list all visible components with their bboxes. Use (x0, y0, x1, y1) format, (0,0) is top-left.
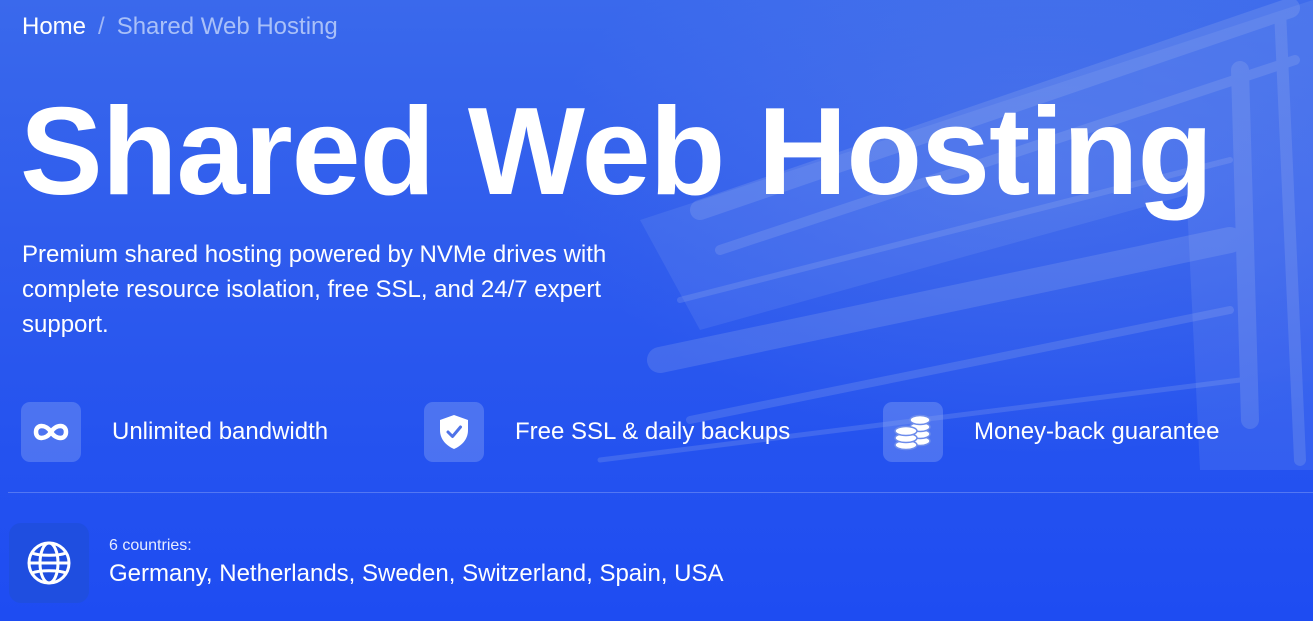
feature-label: Money-back guarantee (974, 418, 1220, 445)
server-locations: 6 countries: Germany, Netherlands, Swede… (9, 523, 724, 603)
feature-money-back-guarantee: Money-back guarantee (883, 402, 1219, 462)
page-title: Shared Web Hosting (20, 83, 1213, 221)
breadcrumb-separator: / (98, 13, 105, 40)
coins-icon (883, 402, 943, 462)
breadcrumb: Home / Shared Web Hosting (22, 12, 338, 42)
countries-count: 6 countries: (109, 537, 192, 554)
page-subtitle: Premium shared hosting powered by NVMe d… (22, 241, 607, 338)
breadcrumb-current-page: Shared Web Hosting (116, 13, 338, 40)
locations-text: 6 countries: Germany, Netherlands, Swede… (109, 536, 724, 590)
hero-section: Home / Shared Web Hosting Shared Web Hosti… (0, 0, 1313, 621)
section-divider (8, 492, 1313, 493)
globe-icon (9, 523, 89, 603)
breadcrumb-home-link[interactable]: Home (22, 13, 86, 40)
countries-list: Germany, Netherlands, Sweden, Switzerlan… (109, 560, 724, 587)
feature-label: Unlimited bandwidth (112, 418, 329, 445)
infinity-icon (21, 402, 81, 462)
shield-check-icon (424, 402, 484, 462)
feature-free-ssl-backups: Free SSL & daily backups (424, 402, 790, 462)
feature-unlimited-bandwidth: Unlimited bandwidth (21, 402, 328, 462)
feature-label: Free SSL & daily backups (515, 418, 791, 445)
